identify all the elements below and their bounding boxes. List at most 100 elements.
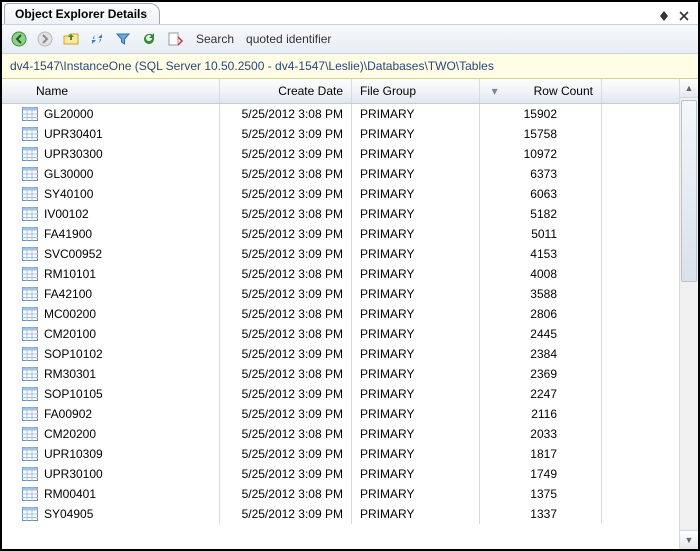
table-row[interactable]: GL300005/25/2012 3:08 PMPRIMARY6373 (2, 164, 679, 184)
table-icon (22, 307, 38, 321)
up-button[interactable] (60, 28, 82, 50)
autohide-button[interactable] (656, 8, 672, 24)
table-icon (22, 427, 38, 441)
cell-row-count: 2116 (531, 407, 557, 421)
table-icon (22, 367, 38, 381)
table-grid: Name Create Date File Group ▾Row Count G… (2, 79, 698, 549)
vertical-scrollbar[interactable]: ▲ ▼ (679, 79, 698, 549)
cell-name: FA42100 (44, 287, 92, 301)
column-header-create-date[interactable]: Create Date (220, 79, 352, 103)
cell-file-group: PRIMARY (360, 287, 414, 301)
cell-file-group: PRIMARY (360, 447, 414, 461)
table-row[interactable]: MC002005/25/2012 3:08 PMPRIMARY2806 (2, 304, 679, 324)
table-row[interactable]: SY401005/25/2012 3:09 PMPRIMARY6063 (2, 184, 679, 204)
cell-name: CM20200 (44, 427, 96, 441)
table-icon (22, 187, 38, 201)
cell-create-date: 5/25/2012 3:09 PM (242, 187, 343, 201)
table-icon (22, 347, 38, 361)
search-input[interactable] (244, 31, 468, 47)
table-row[interactable]: CM201005/25/2012 3:08 PMPRIMARY2445 (2, 324, 679, 344)
script-button[interactable] (164, 28, 186, 50)
table-icon (22, 487, 38, 501)
cell-create-date: 5/25/2012 3:08 PM (242, 107, 343, 121)
refresh-icon (141, 31, 157, 47)
column-header-file-group[interactable]: File Group (352, 79, 480, 103)
cell-file-group: PRIMARY (360, 427, 414, 441)
back-button[interactable] (8, 28, 30, 50)
cell-row-count: 5182 (530, 207, 557, 221)
table-row[interactable]: RM004015/25/2012 3:08 PMPRIMARY1375 (2, 484, 679, 504)
cell-create-date: 5/25/2012 3:08 PM (242, 327, 343, 341)
cell-name: SY04905 (44, 507, 93, 521)
grid-header: Name Create Date File Group ▾Row Count (2, 79, 679, 104)
table-row[interactable]: FA419005/25/2012 3:09 PMPRIMARY5011 (2, 224, 679, 244)
table-row[interactable]: UPR103095/25/2012 3:09 PMPRIMARY1817 (2, 444, 679, 464)
cell-create-date: 5/25/2012 3:09 PM (242, 407, 343, 421)
cell-row-count: 6063 (530, 187, 557, 201)
title-bar: Object Explorer Details (2, 2, 698, 24)
cell-create-date: 5/25/2012 3:09 PM (242, 347, 343, 361)
cell-create-date: 5/25/2012 3:08 PM (242, 367, 343, 381)
table-row[interactable]: UPR303005/25/2012 3:09 PMPRIMARY10972 (2, 144, 679, 164)
cell-file-group: PRIMARY (360, 327, 414, 341)
cell-name: SY40100 (44, 187, 93, 201)
cell-file-group: PRIMARY (360, 147, 414, 161)
table-icon (22, 407, 38, 421)
table-icon (22, 327, 38, 341)
back-icon (11, 31, 27, 47)
cell-create-date: 5/25/2012 3:09 PM (242, 227, 343, 241)
cell-file-group: PRIMARY (360, 227, 414, 241)
scroll-thumb[interactable] (681, 100, 697, 282)
cell-row-count: 1375 (530, 487, 557, 501)
table-icon (22, 167, 38, 181)
cell-name: GL30000 (44, 167, 93, 181)
cell-name: IV00102 (44, 207, 89, 221)
table-row[interactable]: SY049055/25/2012 3:09 PMPRIMARY1337 (2, 504, 679, 524)
table-row[interactable]: FA421005/25/2012 3:09 PMPRIMARY3588 (2, 284, 679, 304)
breadcrumb-text: dv4-1547\InstanceOne (SQL Server 10.50.2… (10, 59, 494, 73)
forward-button[interactable] (34, 28, 56, 50)
cell-create-date: 5/25/2012 3:08 PM (242, 307, 343, 321)
table-row[interactable]: RM101015/25/2012 3:08 PMPRIMARY4008 (2, 264, 679, 284)
table-row[interactable]: SOP101025/25/2012 3:09 PMPRIMARY2384 (2, 344, 679, 364)
grid-body: Name Create Date File Group ▾Row Count G… (2, 79, 679, 549)
scroll-up-button[interactable]: ▲ (680, 79, 698, 98)
table-row[interactable]: IV001025/25/2012 3:08 PMPRIMARY5182 (2, 204, 679, 224)
table-row[interactable]: CM202005/25/2012 3:08 PMPRIMARY2033 (2, 424, 679, 444)
table-row[interactable]: UPR304015/25/2012 3:09 PMPRIMARY15758 (2, 124, 679, 144)
table-icon (22, 207, 38, 221)
column-header-row-count[interactable]: ▾Row Count (480, 79, 602, 103)
cell-name: CM20100 (44, 327, 96, 341)
cell-file-group: PRIMARY (360, 487, 414, 501)
panel-tab[interactable]: Object Explorer Details (4, 3, 160, 24)
cell-file-group: PRIMARY (360, 127, 414, 141)
table-row[interactable]: SOP101055/25/2012 3:09 PMPRIMARY2247 (2, 384, 679, 404)
cell-name: RM10101 (44, 267, 96, 281)
sync-button[interactable] (86, 28, 108, 50)
cell-row-count: 1817 (530, 447, 557, 461)
filter-button[interactable] (112, 28, 134, 50)
table-row[interactable]: FA009025/25/2012 3:09 PMPRIMARY2116 (2, 404, 679, 424)
cell-row-count: 15902 (524, 107, 557, 121)
cell-row-count: 5011 (531, 227, 557, 241)
cell-file-group: PRIMARY (360, 367, 414, 381)
cell-file-group: PRIMARY (360, 207, 414, 221)
cell-create-date: 5/25/2012 3:08 PM (242, 427, 343, 441)
refresh-button[interactable] (138, 28, 160, 50)
table-row[interactable]: SVC009525/25/2012 3:09 PMPRIMARY4153 (2, 244, 679, 264)
cell-name: RM30301 (44, 367, 96, 381)
table-row[interactable]: UPR301005/25/2012 3:09 PMPRIMARY1749 (2, 464, 679, 484)
table-row[interactable]: RM303015/25/2012 3:08 PMPRIMARY2369 (2, 364, 679, 384)
breadcrumb[interactable]: dv4-1547\InstanceOne (SQL Server 10.50.2… (2, 54, 698, 79)
scroll-down-button[interactable]: ▼ (680, 530, 698, 549)
cell-row-count: 15758 (524, 127, 557, 141)
cell-create-date: 5/25/2012 3:09 PM (242, 507, 343, 521)
sort-desc-icon: ▾ (492, 84, 498, 98)
cell-create-date: 5/25/2012 3:09 PM (242, 147, 343, 161)
close-button[interactable] (676, 8, 692, 24)
column-header-name[interactable]: Name (2, 79, 220, 103)
cell-row-count: 6373 (530, 167, 557, 181)
table-icon (22, 387, 38, 401)
cell-file-group: PRIMARY (360, 107, 414, 121)
table-row[interactable]: GL200005/25/2012 3:08 PMPRIMARY15902 (2, 104, 679, 124)
